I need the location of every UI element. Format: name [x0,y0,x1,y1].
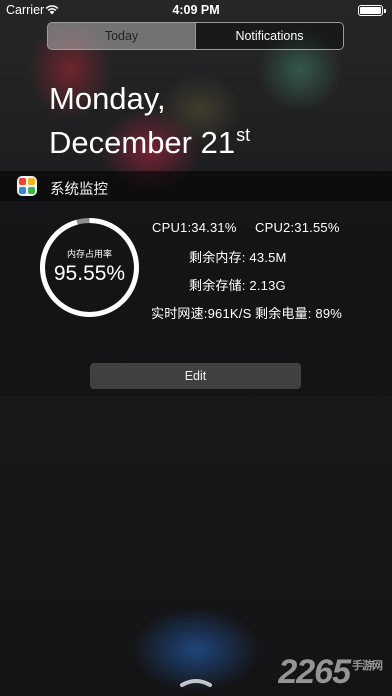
date-heading: Monday, December 21st [49,80,250,161]
cpu1-stat: CPU1:34.31% [152,220,237,235]
edit-button[interactable]: Edit [90,363,301,389]
status-time: 4:09 PM [172,3,220,17]
view-tabs: Today Notifications [47,22,344,50]
watermark-logo: 2265 手游网 [278,653,383,692]
battery-level [360,7,381,14]
battery-stat: 剩余电量: 89% [255,306,343,321]
memory-usage-value: 95.55% [53,262,126,285]
memory-usage-caption: 内存占用率 [66,249,112,259]
network-speed-stat: 实时网速:961K/S [151,306,252,321]
date-month-day: December 21st [49,117,250,161]
date-weekday: Monday, [49,81,166,116]
status-bar: Carrier 4:09 PM [0,0,392,20]
free-storage-stat: 剩余存储: 2.13G [189,278,286,293]
free-memory-stat: 剩余内存: 43.5M [189,250,287,265]
chevron-up-icon[interactable] [178,676,214,688]
tab-today[interactable]: Today [48,23,195,49]
watermark-subtext: 手游网 [352,660,383,672]
battery-icon [358,5,386,16]
date-ordinal-suffix: st [236,125,251,145]
cpu2-stat: CPU2:31.55% [255,220,340,235]
system-monitor-app-icon [17,176,37,196]
widget-title: 系统监控 [50,182,108,198]
date-month-day-text: December 21 [49,125,236,160]
tab-notifications[interactable]: Notifications [195,23,343,49]
memory-usage-ring: 内存占用率 95.55% [38,216,141,319]
widget-header[interactable]: 系统监控 [0,171,392,201]
watermark-text: 2265 [278,653,351,691]
